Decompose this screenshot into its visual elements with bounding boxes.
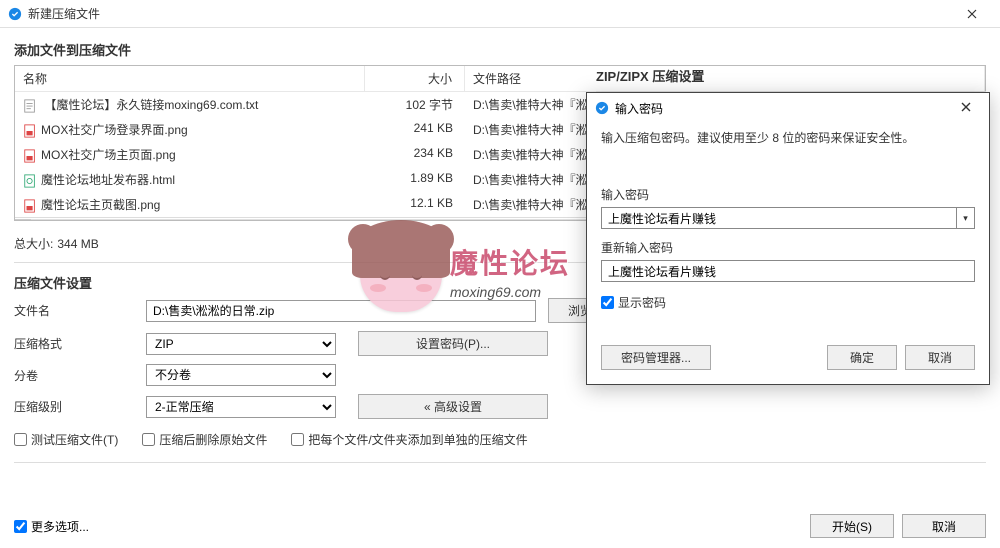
txt-icon: [23, 99, 37, 113]
start-button[interactable]: 开始(S): [810, 514, 894, 538]
file-size: 12.1 KB: [365, 194, 465, 215]
close-button[interactable]: [952, 0, 992, 28]
app-icon: [8, 7, 22, 21]
test-archive-checkbox[interactable]: 测试压缩文件(T): [14, 431, 118, 448]
section-add-files: 添加文件到压缩文件: [14, 40, 986, 59]
password-buttons: 密码管理器... 确定 取消: [601, 345, 975, 370]
password-body: 输入压缩包密码。建议使用至少 8 位的密码来保证安全性。 输入密码 ▾ 重新输入…: [587, 123, 989, 384]
password-dialog-title: 输入密码: [615, 100, 663, 117]
col-header-size[interactable]: 大小: [365, 66, 465, 91]
html-icon: [23, 174, 37, 188]
bottom-bar: 更多选项... 开始(S) 取消: [14, 514, 1000, 538]
total-label: 总大小:: [14, 235, 53, 252]
password-dropdown-button[interactable]: ▾: [956, 207, 975, 229]
ok-button[interactable]: 确定: [827, 345, 897, 370]
scroll-thumb[interactable]: [32, 220, 406, 222]
filename-label: 文件名: [14, 302, 134, 319]
file-size: 1.89 KB: [365, 169, 465, 190]
png-icon: [23, 199, 37, 213]
split-label: 分卷: [14, 367, 134, 384]
password-label-2: 重新输入密码: [601, 239, 975, 256]
show-password-checkbox[interactable]: 显示密码: [601, 294, 975, 311]
password-close-button[interactable]: [951, 99, 981, 117]
file-size: 102 字节: [365, 94, 465, 115]
scroll-left-icon[interactable]: ◀: [15, 219, 31, 222]
split-select[interactable]: 不分卷: [146, 364, 336, 386]
set-password-button[interactable]: 设置密码(P)...: [358, 331, 548, 356]
password-hint: 输入压缩包密码。建议使用至少 8 位的密码来保证安全性。: [601, 129, 975, 146]
file-name: 魔性论坛主页截图.png: [41, 198, 160, 212]
zip-settings-title: ZIP/ZIPX 压缩设置: [596, 66, 986, 85]
app-icon: [595, 101, 609, 115]
password-cancel-button[interactable]: 取消: [905, 345, 975, 370]
more-options-checkbox[interactable]: 更多选项...: [14, 518, 89, 535]
password-label-1: 输入密码: [601, 186, 975, 203]
divider: [14, 462, 986, 463]
password-manager-button[interactable]: 密码管理器...: [601, 345, 711, 370]
password-titlebar: 输入密码: [587, 93, 989, 123]
titlebar-title: 新建压缩文件: [8, 5, 100, 22]
separate-archives-checkbox[interactable]: 把每个文件/文件夹添加到单独的压缩文件: [291, 431, 527, 448]
file-name: 魔性论坛地址发布器.html: [41, 173, 175, 187]
file-name: MOX社交广场登录界面.png: [41, 123, 188, 137]
options-row: 测试压缩文件(T) 压缩后删除原始文件 把每个文件/文件夹添加到单独的压缩文件: [14, 431, 986, 448]
close-icon: [967, 9, 977, 19]
file-size: 234 KB: [365, 144, 465, 165]
format-label: 压缩格式: [14, 335, 134, 352]
total-value: 344 MB: [57, 237, 98, 251]
close-icon: [961, 102, 971, 112]
file-name: MOX社交广场主页面.png: [41, 148, 176, 162]
level-label: 压缩级别: [14, 398, 134, 415]
titlebar: 新建压缩文件: [0, 0, 1000, 28]
password-input-2[interactable]: [601, 260, 975, 282]
chevron-down-icon: ▾: [963, 213, 968, 224]
window-title: 新建压缩文件: [28, 5, 100, 22]
password-dialog: 输入密码 输入压缩包密码。建议使用至少 8 位的密码来保证安全性。 输入密码 ▾…: [586, 92, 990, 385]
png-icon: [23, 149, 37, 163]
file-name: 【魔性论坛】永久链接moxing69.com.txt: [41, 98, 258, 112]
advanced-button[interactable]: « 高级设置: [358, 394, 548, 419]
filename-input[interactable]: [146, 300, 536, 322]
delete-source-checkbox[interactable]: 压缩后删除原始文件: [142, 431, 267, 448]
col-header-name[interactable]: 名称: [15, 66, 365, 91]
password-input-1[interactable]: [601, 207, 956, 229]
format-select[interactable]: ZIP: [146, 333, 336, 355]
cancel-button[interactable]: 取消: [902, 514, 986, 538]
level-select[interactable]: 2-正常压缩: [146, 396, 336, 418]
png-icon: [23, 124, 37, 138]
file-size: 241 KB: [365, 119, 465, 140]
